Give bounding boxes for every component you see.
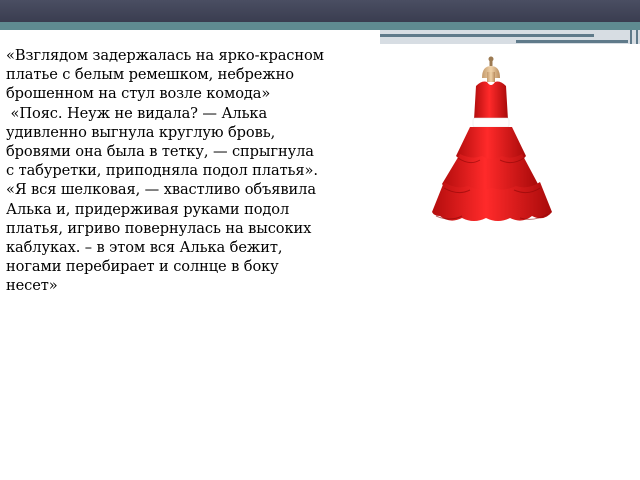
red-dress-icon: [432, 56, 552, 221]
paragraph-1: «Взглядом задержалась на ярко-красном пл…: [6, 47, 329, 103]
header-accent-line: [380, 34, 594, 37]
slide: «Взглядом задержалась на ярко-красном пл…: [0, 0, 640, 480]
paragraph-2: «Пояс. Неуж не видала? — Алька удивленно…: [6, 104, 319, 180]
header-bar-dark: [0, 0, 640, 22]
story-text: «Взглядом задержалась на ярко-красном пл…: [6, 46, 324, 296]
header-accent-line-short: [516, 40, 628, 43]
header-accent-tick: [630, 30, 632, 44]
header-bar-teal: [0, 22, 640, 30]
header-accent-tick: [636, 30, 638, 44]
paragraph-3: «Я вся шелковая, — хвастливо объявила Ал…: [6, 181, 321, 295]
